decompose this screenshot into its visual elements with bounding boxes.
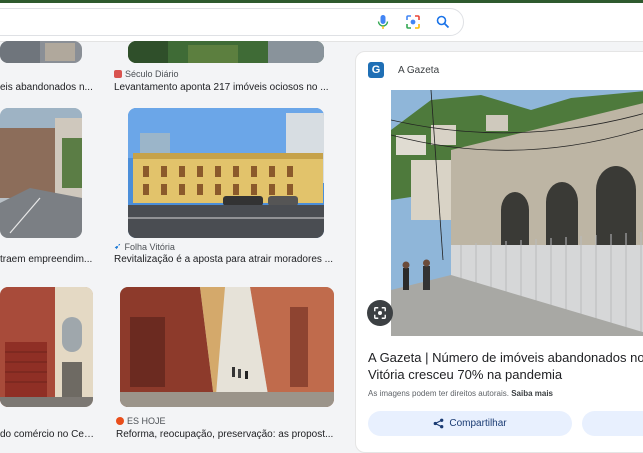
search-icon[interactable] — [433, 12, 453, 32]
result-title-2[interactable]: Levantamento aponta 217 imóveis ociosos … — [114, 82, 339, 93]
result-title-6[interactable]: Reforma, reocupação, preservação: as pro… — [116, 429, 340, 440]
search-icons — [373, 12, 453, 32]
result-source-6[interactable]: ES HOJE — [116, 416, 166, 426]
copyright-notice: As imagens podem ter direitos autorais. … — [368, 389, 553, 398]
preview-image[interactable] — [391, 90, 643, 336]
result-thumb-3[interactable] — [0, 108, 82, 238]
learn-more-link[interactable]: Saiba mais — [511, 389, 553, 398]
result-source-4-label: Folha Vitória — [124, 241, 175, 252]
share-label: Compartilhar — [449, 418, 507, 429]
secondary-action-button[interactable] — [582, 411, 643, 436]
panel-source-name: A Gazeta — [398, 64, 440, 76]
search-box[interactable] — [0, 8, 464, 36]
lens-icon[interactable] — [403, 12, 423, 32]
panel-title[interactable]: A Gazeta | Número de imóveis abandonados… — [368, 349, 643, 383]
panel-header[interactable]: G A Gazeta — [368, 62, 439, 78]
result-title-3[interactable]: traem empreendim... — [0, 254, 95, 265]
result-thumb-5[interactable] — [0, 287, 93, 407]
header — [0, 3, 643, 42]
folha-vitoria-favicon: ➹ — [114, 241, 122, 251]
result-source-2[interactable]: Século Diário — [114, 69, 179, 79]
rights-text: As imagens podem ter direitos autorais. — [368, 389, 509, 398]
image-results-grid: eis abandonados n... Século Diário Levan… — [0, 41, 350, 451]
result-title-1[interactable]: eis abandonados n... — [0, 82, 95, 93]
lens-overlay-icon — [374, 307, 386, 319]
result-source-4[interactable]: ➹ Folha Vitória — [114, 241, 175, 252]
result-thumb-2[interactable] — [128, 41, 324, 63]
result-source-2-label: Século Diário — [125, 69, 179, 79]
share-button[interactable]: Compartilhar — [368, 411, 572, 436]
result-thumb-4[interactable] — [128, 108, 324, 238]
visual-search-button[interactable] — [367, 300, 393, 326]
mic-icon[interactable] — [373, 12, 393, 32]
gazeta-logo-icon: G — [368, 62, 384, 78]
result-title-4[interactable]: Revitalização é a aposta para atrair mor… — [114, 254, 339, 265]
result-source-6-label: ES HOJE — [127, 416, 166, 426]
result-thumb-1[interactable] — [0, 41, 82, 63]
result-title-5[interactable]: do comércio no Cen... — [0, 429, 95, 440]
result-thumb-6[interactable] — [120, 287, 334, 407]
es-hoje-favicon — [116, 417, 124, 425]
preview-panel: G A Gazeta A Gazeta | Número de imóveis … — [355, 51, 643, 453]
share-icon — [434, 418, 444, 429]
seculo-diario-favicon — [114, 70, 122, 78]
